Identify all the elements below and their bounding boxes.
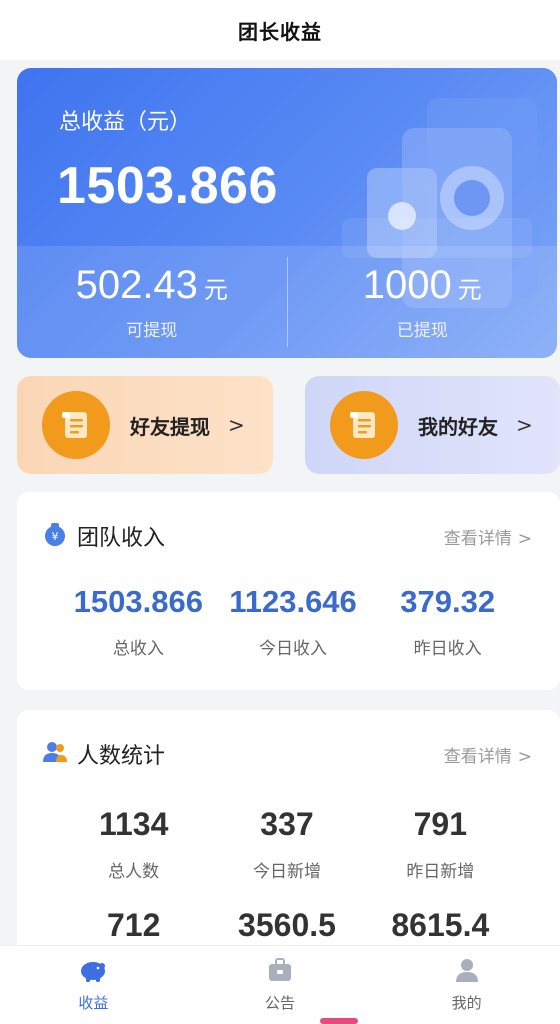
tab-label: 收益 xyxy=(78,994,109,1012)
total-earnings-value: 1503.866 xyxy=(57,157,278,215)
top-bar: 团长收益 xyxy=(0,0,560,60)
withdraw-summary: 502.43 元 可提现 1000 元 已提现 xyxy=(17,246,557,358)
stat-yesterday-income: 379.32 昨日收入 xyxy=(370,584,525,659)
page-title: 团长收益 xyxy=(238,19,322,44)
friend-withdraw-button[interactable]: 好友提现 > xyxy=(17,376,273,474)
stat-value: 712 xyxy=(106,907,161,943)
tab-announcements[interactable]: 公告 xyxy=(187,946,374,1024)
withdrawn-unit: 元 xyxy=(457,276,482,304)
money-bag-icon: ¥ xyxy=(41,520,69,552)
details-label: 查看详情 xyxy=(443,529,512,549)
total-earnings-label: 总收益（元） xyxy=(59,110,192,135)
tab-profile[interactable]: 我的 xyxy=(373,946,560,1024)
receipt-icon xyxy=(42,391,110,459)
team-income-header: ¥ 团队收入 xyxy=(41,520,165,552)
stat-item: 3560.5 xyxy=(210,907,363,944)
stat-value: 1123.646 xyxy=(229,584,357,619)
stat-label: 总收入 xyxy=(112,639,164,659)
briefcase-icon xyxy=(266,956,294,988)
chevron-right-icon: > xyxy=(228,413,245,437)
team-income-title: 团队收入 xyxy=(77,526,166,551)
bottom-tab-bar: 收益 公告 我的 xyxy=(0,945,560,1024)
stat-item: 712 xyxy=(57,907,210,944)
stat-value: 1134 xyxy=(98,806,169,842)
team-income-details-link[interactable]: 查看详情 > xyxy=(444,524,532,549)
stat-value: 791 xyxy=(413,806,468,842)
stat-today-income: 1123.646 今日收入 xyxy=(216,584,371,659)
withdrawn-block: 1000 元 已提现 xyxy=(288,246,558,358)
stat-today-new: 337 今日新增 xyxy=(210,806,363,882)
withdrawable-value: 502.43 xyxy=(75,263,198,307)
earnings-summary-card: 总收益（元） 1503.866 502.43 元 可提现 1000 元 已提现 xyxy=(17,68,557,358)
people-stats-header: 人数统计 xyxy=(41,738,165,770)
stat-value: 3560.5 xyxy=(238,907,336,943)
tab-earnings[interactable]: 收益 xyxy=(0,946,187,1024)
stat-value: 8615.4 xyxy=(391,907,490,943)
team-income-stats: 1503.866 总收入 1123.646 今日收入 379.32 昨日收入 xyxy=(61,584,525,659)
tab-label: 我的 xyxy=(451,994,482,1012)
piggy-bank-icon xyxy=(78,956,108,988)
user-icon xyxy=(453,956,481,988)
people-stats-card: 人数统计 查看详情 > 1134 总人数 337 今日新增 791 昨日新增 71… xyxy=(17,710,560,970)
stat-label: 总人数 xyxy=(108,862,160,882)
withdrawable-block: 502.43 元 可提现 xyxy=(17,246,287,358)
stat-value: 379.32 xyxy=(400,584,496,619)
home-indicator xyxy=(320,1018,358,1024)
tab-label: 公告 xyxy=(265,994,296,1012)
withdrawn-label: 已提现 xyxy=(396,321,448,341)
my-friends-button[interactable]: 我的好友 > xyxy=(305,376,560,474)
withdrawable-unit: 元 xyxy=(203,276,228,304)
stat-total-people: 1134 总人数 xyxy=(57,806,210,882)
stat-item: 8615.4 xyxy=(364,907,517,944)
receipt-icon xyxy=(330,391,398,459)
chevron-right-icon: > xyxy=(517,529,532,549)
users-icon xyxy=(41,738,69,770)
stat-label: 今日新增 xyxy=(252,862,321,882)
chevron-right-icon: > xyxy=(516,413,533,437)
people-stats-row-1: 1134 总人数 337 今日新增 791 昨日新增 xyxy=(57,806,517,882)
svg-text:¥: ¥ xyxy=(52,530,59,543)
stat-value: 337 xyxy=(260,806,314,842)
people-stats-details-link[interactable]: 查看详情 > xyxy=(444,742,532,767)
friend-withdraw-label: 好友提现 xyxy=(130,414,210,439)
stat-label: 昨日收入 xyxy=(413,639,482,659)
withdrawn-value: 1000 xyxy=(362,263,452,307)
chevron-right-icon: > xyxy=(517,747,532,767)
withdrawable-label: 可提现 xyxy=(126,321,178,341)
stat-label: 今日收入 xyxy=(259,639,327,659)
people-stats-title: 人数统计 xyxy=(77,744,166,769)
stat-total-income: 1503.866 总收入 xyxy=(61,584,216,659)
details-label: 查看详情 xyxy=(443,747,512,767)
people-stats-row-2: 712 3560.5 8615.4 xyxy=(57,907,517,944)
my-friends-label: 我的好友 xyxy=(418,414,498,439)
team-income-card: ¥ 团队收入 查看详情 > 1503.866 总收入 1123.646 今日收入 … xyxy=(17,492,560,690)
stat-yesterday-new: 791 昨日新增 xyxy=(364,806,517,882)
stat-value: 1503.866 xyxy=(73,584,203,619)
stat-label: 昨日新增 xyxy=(406,862,475,882)
